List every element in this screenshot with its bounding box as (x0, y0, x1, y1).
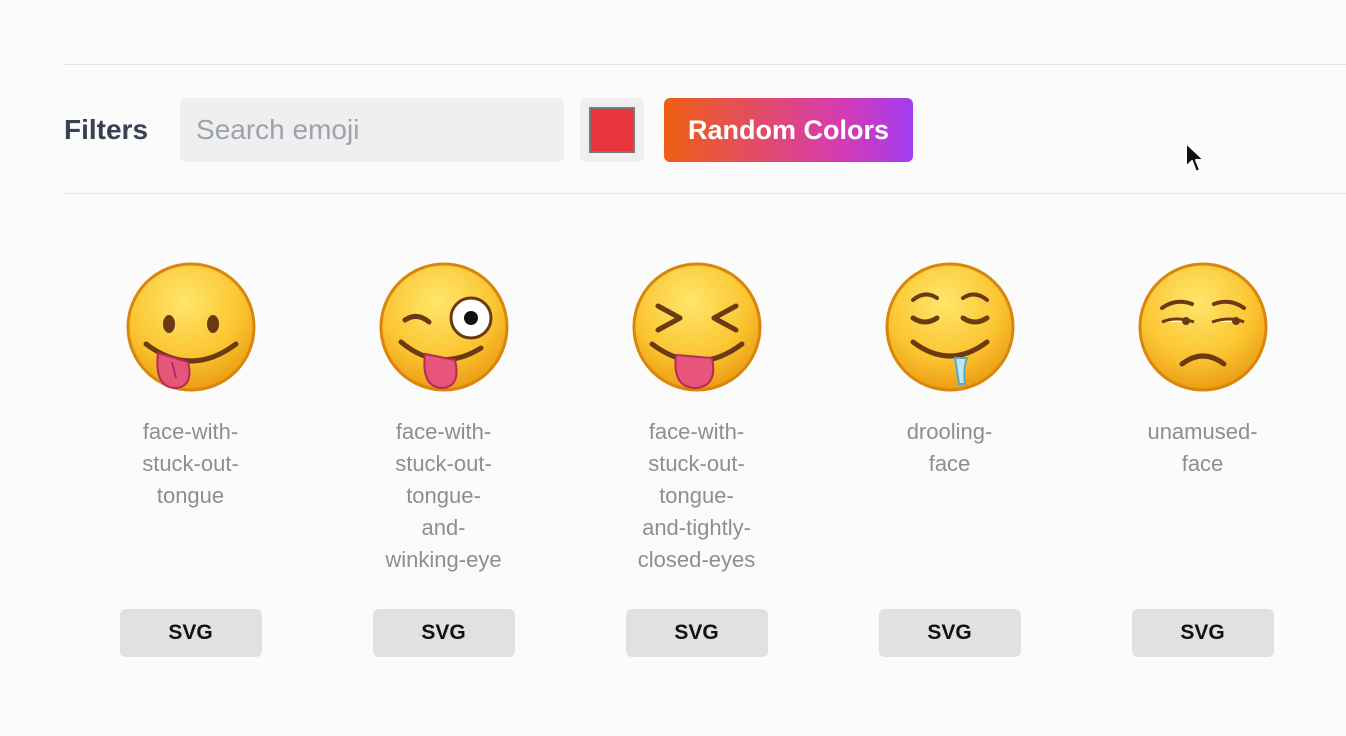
unamused-face-icon (1138, 262, 1267, 392)
color-picker[interactable] (580, 98, 645, 162)
emoji-name: face-with- stuck-out- tongue (142, 419, 239, 508)
emoji-card: unamused- face SVG (1076, 260, 1329, 660)
emoji-grid: face-with- stuck-out- tongue SVG face-wi… (64, 260, 1329, 660)
download-svg-button[interactable]: SVG (878, 609, 1021, 657)
emoji-card: face-with- stuck-out- tongue- and- winki… (317, 260, 570, 660)
mouse-cursor-icon (1185, 142, 1205, 173)
download-svg-button[interactable]: SVG (625, 609, 768, 657)
color-swatch[interactable] (589, 107, 636, 153)
drooling-face-icon (885, 262, 1014, 392)
filters-label: Filters (64, 114, 149, 145)
emoji-card: face-with- stuck-out- tongue SVG (64, 260, 317, 660)
face-with-stuck-out-tongue-and-winking-eye-icon (379, 262, 508, 392)
filters-divider (64, 193, 1346, 194)
top-divider (64, 64, 1346, 65)
emoji-name: face-with- stuck-out- tongue- and- winki… (385, 419, 502, 572)
download-svg-button[interactable]: SVG (119, 609, 262, 657)
download-svg-button[interactable]: SVG (1131, 609, 1274, 657)
emoji-name: drooling- face (906, 419, 993, 476)
random-colors-button[interactable]: Random Colors (664, 98, 914, 162)
emoji-card: face-with- stuck-out- tongue- and-tightl… (570, 260, 823, 660)
emoji-card: drooling- face SVG (823, 260, 1076, 660)
face-with-stuck-out-tongue-and-tightly-closed-eyes-icon (632, 262, 761, 392)
search-input[interactable] (180, 98, 565, 162)
filters-bar: Filters Random Colors (64, 97, 914, 163)
emoji-name: unamused- face (1147, 419, 1258, 476)
download-svg-button[interactable]: SVG (372, 609, 515, 657)
face-with-stuck-out-tongue-icon (126, 262, 255, 392)
emoji-name: face-with- stuck-out- tongue- and-tightl… (637, 419, 756, 572)
